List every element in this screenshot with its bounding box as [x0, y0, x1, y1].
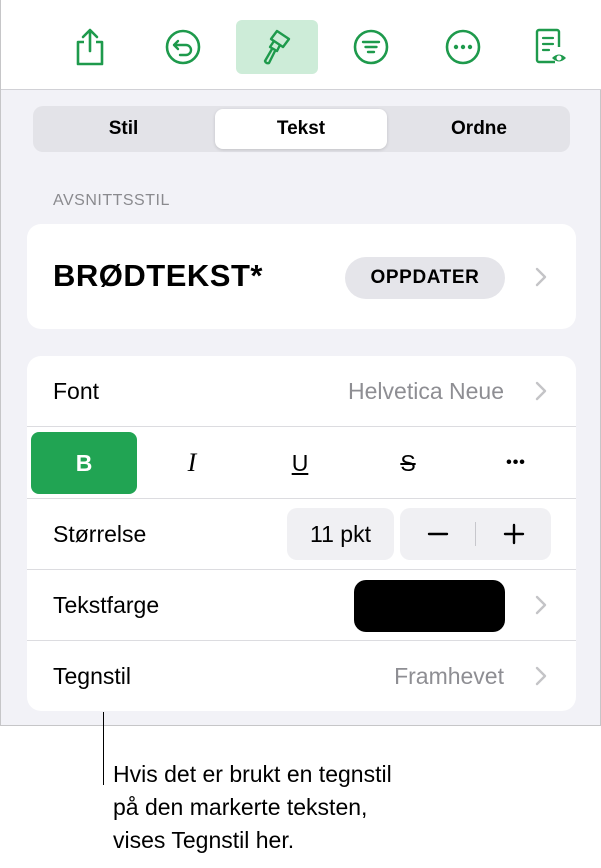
undo-button[interactable] [142, 20, 224, 74]
tab-ordne[interactable]: Ordne [391, 109, 567, 149]
font-label: Font [53, 378, 100, 404]
more-button[interactable] [422, 20, 504, 74]
paragraph-style-card[interactable]: BRØDTEKST* OPPDATER [27, 224, 576, 329]
character-style-value: Framhevet [394, 663, 504, 689]
chevron-right-icon [535, 381, 547, 401]
filter-icon [353, 29, 389, 65]
text-options-card: Font Helvetica Neue B I U S ••• Størrels… [27, 356, 576, 711]
strikethrough-button[interactable]: S [355, 432, 461, 494]
toolbar [1, 0, 601, 90]
font-row[interactable]: Font Helvetica Neue [27, 356, 576, 426]
bold-button[interactable]: B [31, 432, 137, 494]
more-icon [445, 29, 481, 65]
paragraph-style-header: AVSNITTSSTIL [53, 192, 170, 209]
update-button[interactable]: OPPDATER [345, 257, 505, 299]
font-size-field[interactable]: 11 pkt [287, 508, 394, 560]
format-tabs: Stil Tekst Ordne [33, 106, 570, 152]
text-color-swatch[interactable] [354, 580, 505, 632]
character-style-row[interactable]: Tegnstil Framhevet [27, 641, 576, 711]
chevron-right-icon [535, 595, 547, 615]
divider [27, 426, 576, 427]
plus-icon [503, 523, 524, 545]
more-format-button[interactable]: ••• [463, 432, 569, 494]
font-value: Helvetica Neue [348, 378, 504, 404]
italic-button[interactable]: I [139, 432, 245, 494]
divider [27, 498, 576, 499]
text-color-label: Tekstfarge [53, 592, 160, 618]
tab-stil[interactable]: Stil [36, 109, 211, 149]
share-button[interactable] [49, 20, 131, 74]
font-size-stepper [400, 508, 551, 560]
tab-tekst[interactable]: Tekst [215, 109, 387, 149]
callout-line-3: vises Tegnstil her. [113, 827, 295, 853]
character-style-label: Tegnstil [53, 663, 131, 689]
filter-button[interactable] [330, 20, 412, 74]
chevron-right-icon [535, 666, 547, 686]
document-view-icon [535, 28, 566, 64]
reader-view-button[interactable] [510, 20, 592, 74]
callout-line-2: på den markerte teksten, [113, 794, 368, 820]
paragraph-style-name: BRØDTEKST* [53, 258, 263, 293]
underline-button[interactable]: U [247, 432, 353, 494]
minus-icon [427, 532, 448, 536]
decrease-size-button[interactable] [400, 508, 475, 560]
callout-line-1: Hvis det er brukt en tegnstil [113, 761, 392, 787]
chevron-right-icon [535, 267, 547, 287]
callout-text: Hvis det er brukt en tegnstil på den mar… [113, 758, 553, 857]
share-icon [76, 28, 104, 66]
callout-line [103, 712, 104, 785]
increase-size-button[interactable] [476, 508, 551, 560]
size-label: Størrelse [53, 521, 147, 547]
format-button[interactable] [236, 20, 318, 74]
format-panel: Stil Tekst Ordne AVSNITTSSTIL BRØDTEKST*… [0, 0, 601, 726]
paintbrush-icon [263, 29, 291, 65]
undo-icon [165, 29, 201, 65]
